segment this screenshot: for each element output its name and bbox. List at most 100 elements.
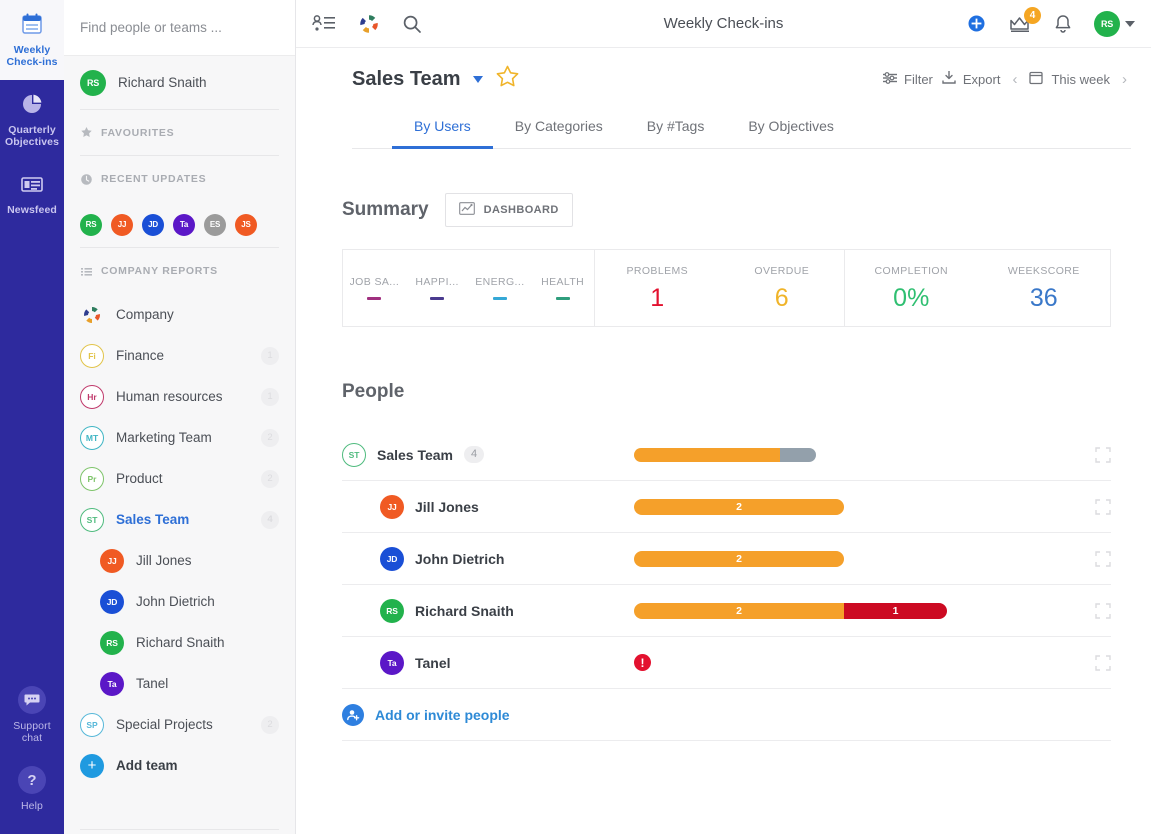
sidebar-item-marketing-team[interactable]: MT Marketing Team 2	[80, 417, 279, 458]
sidebar-member-jill-jones[interactable]: JJ Jill Jones	[80, 540, 279, 581]
stat-value: 1	[650, 286, 664, 311]
help-icon: ?	[18, 766, 46, 794]
avatar[interactable]: Ta	[173, 214, 195, 236]
stat-value	[493, 297, 507, 300]
sidebar-item-label: Add team	[116, 758, 279, 773]
sidebar-item-company[interactable]: Company	[80, 294, 279, 335]
tab-by-categories[interactable]: By Categories	[493, 108, 625, 149]
chevron-down-icon[interactable]	[473, 76, 483, 83]
user-menu[interactable]: RS	[1094, 11, 1135, 37]
search-icon[interactable]	[402, 14, 422, 34]
sidebar-item-count: 2	[261, 716, 279, 734]
tab-by-tags[interactable]: By #Tags	[625, 108, 727, 149]
summary-header: Summary DASHBOARD	[342, 193, 1111, 227]
expand-button[interactable]	[1071, 551, 1111, 567]
page-tabs: By Users By Categories By #Tags By Objec…	[352, 108, 1131, 149]
bell-icon[interactable]	[1054, 14, 1072, 34]
sidebar-item-label: Richard Snaith	[136, 635, 279, 650]
rail-item-label: Support chat	[2, 720, 62, 744]
progress-bar: 2	[634, 499, 844, 515]
person-name: John Dietrich	[415, 551, 504, 567]
star-outline-icon[interactable]	[495, 64, 520, 94]
rail-item-support-chat[interactable]: Support chat	[0, 676, 64, 756]
people-title: People	[342, 381, 404, 402]
table-row[interactable]: JJ Jill Jones 2	[342, 481, 1111, 533]
sidebar-item-finance[interactable]: Fi Finance 1	[80, 335, 279, 376]
chevron-down-icon	[1125, 21, 1135, 27]
sidebar-current-user[interactable]: RS Richard Snaith	[80, 56, 279, 110]
stat-label: ENERG...	[475, 276, 524, 288]
table-row[interactable]: ST Sales Team 4	[342, 429, 1111, 481]
rail-item-weekly-checkins[interactable]: Weekly Check-ins	[0, 0, 64, 80]
export-button[interactable]: Export	[941, 70, 1001, 88]
pie-chart-icon	[18, 90, 46, 118]
sidebar-item-sales-team[interactable]: ST Sales Team 4	[80, 499, 279, 540]
period-selector[interactable]: This week	[1029, 70, 1110, 88]
table-row[interactable]: JD John Dietrich 2	[342, 533, 1111, 585]
left-rail: Weekly Check-ins Quarterly Objectives	[0, 0, 64, 834]
expand-button[interactable]	[1071, 603, 1111, 619]
avatar[interactable]: JS	[235, 214, 257, 236]
person-cell: Ta Tanel	[342, 651, 634, 675]
current-user-name: Richard Snaith	[118, 75, 207, 90]
rail-item-quarterly-objectives[interactable]: Quarterly Objectives	[0, 80, 64, 160]
expand-button[interactable]	[1071, 499, 1111, 515]
sidebar-member-john-dietrich[interactable]: JD John Dietrich	[80, 581, 279, 622]
section-company-reports[interactable]: COMPANY REPORTS	[80, 248, 279, 294]
sidebar-member-tanel[interactable]: Ta Tanel	[80, 663, 279, 704]
team-avatar: Hr	[80, 385, 104, 409]
avatar: RS	[380, 599, 404, 623]
expand-button[interactable]	[1071, 447, 1111, 463]
sidebar-item-special-projects[interactable]: SP Special Projects 2	[80, 704, 279, 745]
sidebar-add-team[interactable]: + Add team	[80, 745, 279, 786]
section-label: COMPANY REPORTS	[101, 265, 218, 277]
stat-label: JOB SA...	[350, 276, 400, 288]
avatar: RS	[80, 70, 106, 96]
avatar[interactable]: ES	[204, 214, 226, 236]
person-name: Jill Jones	[415, 499, 479, 515]
rail-item-help[interactable]: ? Help	[0, 756, 64, 824]
stat-value	[367, 297, 381, 300]
avatar[interactable]: JJ	[111, 214, 133, 236]
chevron-right-icon[interactable]: ›	[1118, 71, 1131, 88]
sidebar-item-human-resources[interactable]: Hr Human resources 1	[80, 376, 279, 417]
sidebar-item-label: Special Projects	[116, 717, 249, 732]
sidebar-item-label: Jill Jones	[136, 553, 279, 568]
crown-icon[interactable]: 4	[1008, 14, 1032, 34]
sidebar-item-product[interactable]: Pr Product 2	[80, 458, 279, 499]
sidebar-member-richard-snaith[interactable]: RS Richard Snaith	[80, 622, 279, 663]
search-input[interactable]	[80, 20, 279, 35]
people-list-icon[interactable]	[312, 14, 336, 34]
avatar[interactable]: JD	[142, 214, 164, 236]
section-favourites[interactable]: FAVOURITES	[80, 110, 279, 156]
sidebar-item-count: 4	[261, 511, 279, 529]
expand-button[interactable]	[1071, 655, 1111, 671]
app-root: Weekly Check-ins Quarterly Objectives	[0, 0, 1151, 834]
progress-segment-problems: 1	[844, 603, 947, 619]
add-invite-people-row[interactable]: Add or invite people	[342, 689, 1111, 741]
section-recent-updates[interactable]: RECENT UPDATES	[80, 156, 279, 202]
rail-item-newsfeed[interactable]: Newsfeed	[0, 160, 64, 228]
plus-circle-icon: +	[80, 754, 104, 778]
filter-button[interactable]: Filter	[882, 71, 933, 88]
people-header: People	[342, 381, 1111, 403]
stat-job-satisfaction: JOB SA...	[343, 250, 406, 326]
person-cell: JD John Dietrich	[342, 547, 634, 571]
table-row[interactable]: RS Richard Snaith 2 1	[342, 585, 1111, 637]
stat-completion: COMPLETION 0%	[845, 250, 978, 326]
tab-by-objectives[interactable]: By Objectives	[726, 108, 856, 149]
avatar: JD	[380, 547, 404, 571]
table-row[interactable]: Ta Tanel !	[342, 637, 1111, 689]
chart-line-icon	[459, 202, 475, 218]
sidebar-item-count: 1	[261, 388, 279, 406]
stat-energy: ENERG...	[469, 250, 532, 326]
tab-by-users[interactable]: By Users	[392, 108, 493, 149]
calendar-icon	[1029, 70, 1043, 88]
company-logo-icon[interactable]	[358, 13, 380, 35]
sidebar-search[interactable]	[64, 0, 295, 56]
dashboard-button[interactable]: DASHBOARD	[445, 193, 573, 227]
progress-bar-cell: 2	[634, 551, 1071, 567]
avatar[interactable]: RS	[80, 214, 102, 236]
chevron-left-icon[interactable]: ‹	[1008, 71, 1021, 88]
add-circle-icon[interactable]	[967, 14, 986, 33]
